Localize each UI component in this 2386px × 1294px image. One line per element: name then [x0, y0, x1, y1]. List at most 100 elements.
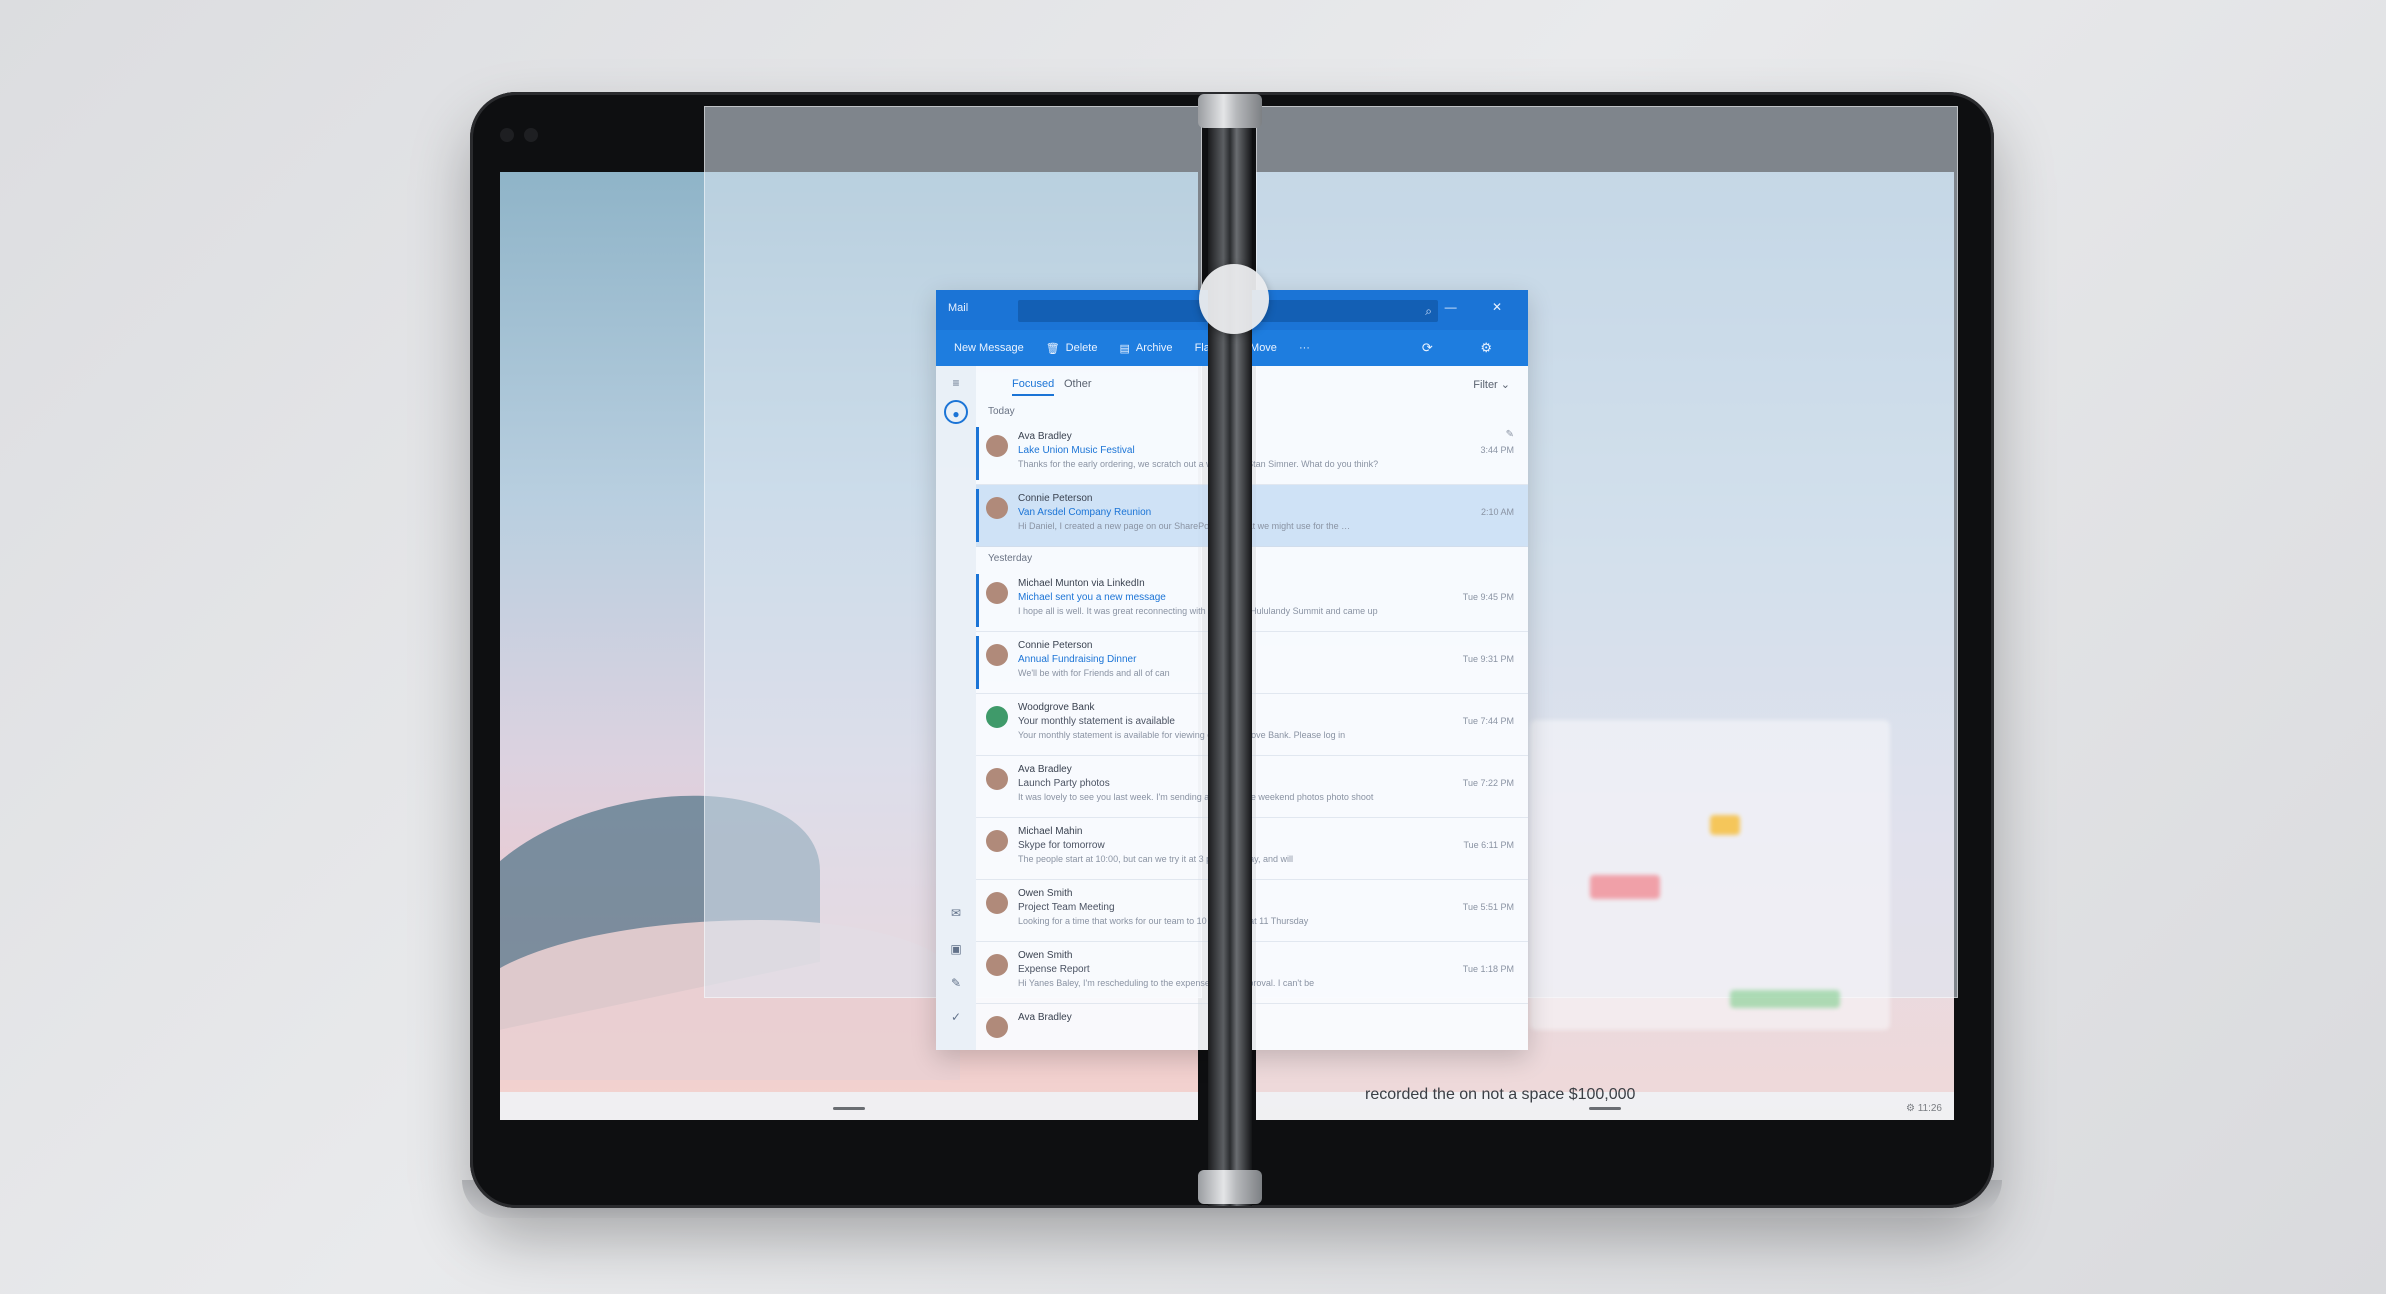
message-time: Tue 5:51 PM — [1462, 902, 1514, 912]
gesture-handle[interactable] — [833, 1107, 865, 1110]
delete-icon: 🗑 — [1045, 342, 1060, 355]
left-taskbar — [500, 1092, 1198, 1120]
sync-settings-icons[interactable]: ⟳ ⚙ — [1422, 340, 1514, 356]
ghost-element — [1730, 990, 1840, 1008]
list-item[interactable]: Michael Mahin Skype for tomorrow The peopl… — [976, 818, 1528, 880]
background-window — [1530, 720, 1890, 1030]
message-subject: Expense Report — [1018, 964, 1090, 975]
list-item[interactable]: Connie Peterson Annual Fundraising Dinner… — [976, 632, 1528, 694]
avatar — [986, 497, 1008, 519]
background-window-caption: recorded the on not a space $100,000 — [1365, 1086, 1636, 1103]
list-item[interactable]: Connie Peterson Van Arsdel Company Reunio… — [976, 485, 1528, 547]
delete-label: Delete — [1065, 342, 1098, 354]
front-camera — [500, 128, 514, 142]
message-list: Focused Other Filter ⌄ Today Ava Bradley… — [976, 366, 1528, 1050]
navigation-rail: ≡ ● ✉ ▣ ✎ ✓ — [936, 366, 976, 1050]
message-preview: The people start at 10:00, but can we tr… — [1018, 854, 1293, 864]
message-sender: Michael Mahin — [1018, 826, 1083, 837]
message-preview: Hi Daniel, I created a new page on our S… — [1018, 521, 1351, 531]
message-preview: We'll be with for Friends and all of can — [1018, 668, 1170, 678]
archive-icon: ▤ — [1119, 342, 1130, 355]
message-subject: Van Arsdel Company Reunion — [1018, 507, 1152, 518]
touch-indicator — [1199, 264, 1269, 334]
message-time: 3:44 PM — [1480, 445, 1514, 455]
hinge-cap-top — [1198, 94, 1262, 128]
message-subject: Launch Party photos — [1018, 778, 1110, 789]
list-item[interactable]: Owen Smith Project Team Meeting Looking fo… — [976, 880, 1528, 942]
inbox-tabs: Focused Other Filter ⌄ — [976, 366, 1528, 400]
message-preview: I hope all is well. It was great reconne… — [1018, 606, 1378, 616]
message-subject: Your monthly statement is available — [1018, 716, 1175, 727]
window-controls[interactable]: — ✕ — [1445, 300, 1518, 314]
avatar — [986, 830, 1008, 852]
avatar — [986, 768, 1008, 790]
message-preview: Hi Yanes Baley, I'm rescheduling to the … — [1018, 978, 1315, 988]
tab-focused[interactable]: Focused — [1012, 378, 1055, 396]
message-time: Tue 1:18 PM — [1462, 964, 1514, 974]
message-preview: It was lovely to see you last week. I'm … — [1018, 792, 1374, 802]
hinge-cap-bottom — [1198, 1170, 1262, 1204]
avatar — [986, 892, 1008, 914]
message-subject: Michael sent you a new message — [1018, 592, 1166, 603]
avatar — [986, 706, 1008, 728]
list-item[interactable]: Woodgrove Bank Your monthly statement is … — [976, 694, 1528, 756]
search-icon[interactable]: ⌕ — [1425, 304, 1432, 319]
message-time: Tue 7:44 PM — [1462, 716, 1514, 726]
message-preview: Looking for a time that works for our te… — [1018, 916, 1309, 926]
sensor — [524, 128, 538, 142]
avatar — [986, 1016, 1008, 1038]
archive-button[interactable]: ▤ Archive — [1119, 342, 1172, 355]
message-sender: Ava Bradley — [1018, 764, 1072, 775]
message-subject: Annual Fundraising Dinner — [1018, 654, 1137, 665]
message-time: Tue 6:11 PM — [1463, 840, 1514, 850]
message-sender: Owen Smith — [1018, 888, 1073, 899]
gesture-handle[interactable] — [1589, 1107, 1621, 1110]
device-hinge — [1208, 94, 1252, 1206]
message-sender: Owen Smith — [1018, 950, 1073, 961]
menu-icon[interactable]: ≡ — [949, 376, 963, 390]
system-tray[interactable]: ⚙ 11:26 — [1906, 1103, 1942, 1114]
message-sender: Woodgrove Bank — [1018, 702, 1095, 713]
ghost-element — [1590, 875, 1660, 899]
more-button[interactable]: ··· — [1299, 342, 1310, 354]
message-time: 2:10 AM — [1480, 507, 1514, 517]
avatar — [986, 582, 1008, 604]
message-preview: Thanks for the early ordering, we scratc… — [1018, 459, 1379, 469]
message-preview: Your monthly statement is available for … — [1018, 730, 1346, 740]
account-icon[interactable]: ● — [944, 400, 968, 424]
app-name: Mail — [948, 302, 969, 314]
avatar — [986, 644, 1008, 666]
avatar — [986, 435, 1008, 457]
move-label: Move — [1250, 342, 1277, 354]
message-sender: Ava Bradley — [1018, 431, 1072, 442]
message-sender: Michael Munton via LinkedIn — [1018, 578, 1145, 589]
ghost-element — [1710, 815, 1740, 835]
archive-label: Archive — [1135, 342, 1173, 354]
delete-button[interactable]: 🗑 Delete — [1046, 342, 1098, 355]
group-yesterday: Yesterday — [988, 553, 1033, 564]
avatar — [986, 954, 1008, 976]
message-time: Tue 9:31 PM — [1462, 654, 1514, 664]
message-subject: Lake Union Music Festival — [1018, 445, 1135, 456]
message-sender: Ava Bradley — [1018, 1012, 1072, 1023]
list-item[interactable]: Ava Bradley Launch Party photos It was lov… — [976, 756, 1528, 818]
group-today: Today — [988, 406, 1015, 417]
message-subject: Project Team Meeting — [1018, 902, 1115, 913]
filter-button[interactable]: Filter ⌄ — [1473, 378, 1510, 391]
list-item[interactable]: Ava Bradley — [976, 1004, 1528, 1050]
calendar-icon[interactable]: ▣ — [949, 942, 963, 956]
todo-icon[interactable]: ✓ — [949, 1010, 963, 1024]
new-message-button[interactable]: New Message — [954, 342, 1024, 354]
pin-icon[interactable]: ✎ — [1506, 429, 1514, 440]
people-icon[interactable]: ✎ — [949, 976, 963, 990]
list-item[interactable]: Michael Munton via LinkedIn Michael sent … — [976, 570, 1528, 632]
message-time: Tue 7:22 PM — [1462, 778, 1514, 788]
message-sender: Connie Peterson — [1018, 640, 1093, 651]
tab-other[interactable]: Other — [1064, 378, 1092, 390]
message-subject: Skype for tomorrow — [1018, 840, 1105, 851]
mail-icon[interactable]: ✉ — [949, 906, 963, 920]
message-sender: Connie Peterson — [1018, 493, 1093, 504]
list-item[interactable]: Ava Bradley Lake Union Music Festival Than… — [976, 423, 1528, 485]
message-time: Tue 9:45 PM — [1462, 592, 1514, 602]
list-item[interactable]: Owen Smith Expense Report Hi Yanes Baley, … — [976, 942, 1528, 1004]
